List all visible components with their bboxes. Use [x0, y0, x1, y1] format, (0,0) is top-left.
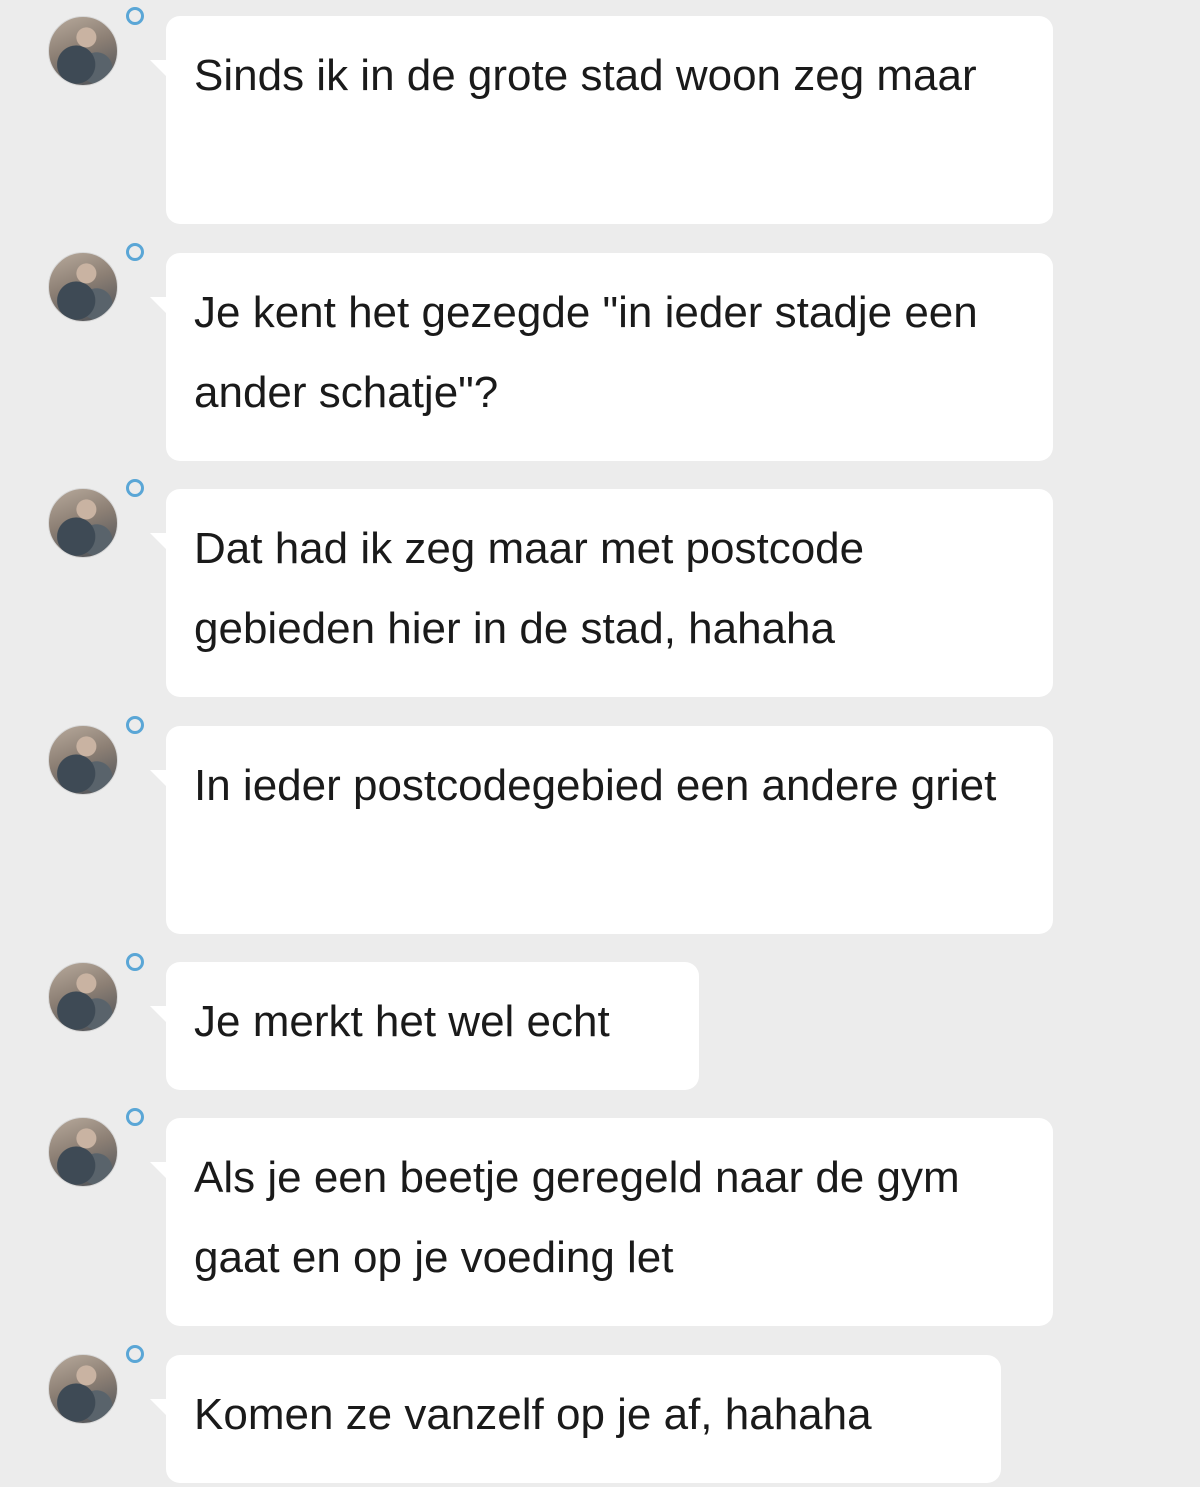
message-bubble[interactable]: Komen ze vanzelf op je af, hahaha — [150, 1355, 1001, 1483]
message-bubble[interactable]: Je merkt het wel echt — [150, 962, 699, 1090]
message-text: Je merkt het wel echt — [194, 997, 610, 1046]
message-bubble[interactable]: Sinds ik in de grote stad woon zeg maar — [150, 16, 1053, 224]
avatar[interactable] — [48, 16, 118, 86]
status-ring-icon — [126, 7, 144, 25]
message-bubble[interactable]: Je kent het gezegde "in ieder stadje een… — [150, 253, 1053, 461]
status-ring-icon — [126, 716, 144, 734]
status-ring-icon — [126, 1108, 144, 1126]
avatar[interactable] — [48, 1354, 118, 1424]
message-text: In ieder postcodegebied een andere griet — [194, 761, 997, 810]
chat-thread: Sinds ik in de grote stad woon zeg maar … — [0, 0, 1200, 1487]
message-text: Komen ze vanzelf op je af, hahaha — [194, 1390, 872, 1439]
status-ring-icon — [126, 243, 144, 261]
avatar[interactable] — [48, 252, 118, 322]
message-text: Dat had ik zeg maar met postcode gebiede… — [194, 524, 865, 653]
status-ring-icon — [126, 479, 144, 497]
avatar[interactable] — [48, 725, 118, 795]
message-text: Je kent het gezegde "in ieder stadje een… — [194, 288, 978, 417]
avatar[interactable] — [48, 962, 118, 1032]
message-bubble[interactable]: Dat had ik zeg maar met postcode gebiede… — [150, 489, 1053, 697]
message-text: Sinds ik in de grote stad woon zeg maar — [194, 51, 977, 100]
message-text: Als je een beetje geregeld naar de gym g… — [194, 1153, 960, 1282]
message-bubble[interactable]: Als je een beetje geregeld naar de gym g… — [150, 1118, 1053, 1326]
message-bubble[interactable]: In ieder postcodegebied een andere griet — [150, 726, 1053, 934]
avatar[interactable] — [48, 488, 118, 558]
avatar[interactable] — [48, 1117, 118, 1187]
status-ring-icon — [126, 1345, 144, 1363]
status-ring-icon — [126, 953, 144, 971]
